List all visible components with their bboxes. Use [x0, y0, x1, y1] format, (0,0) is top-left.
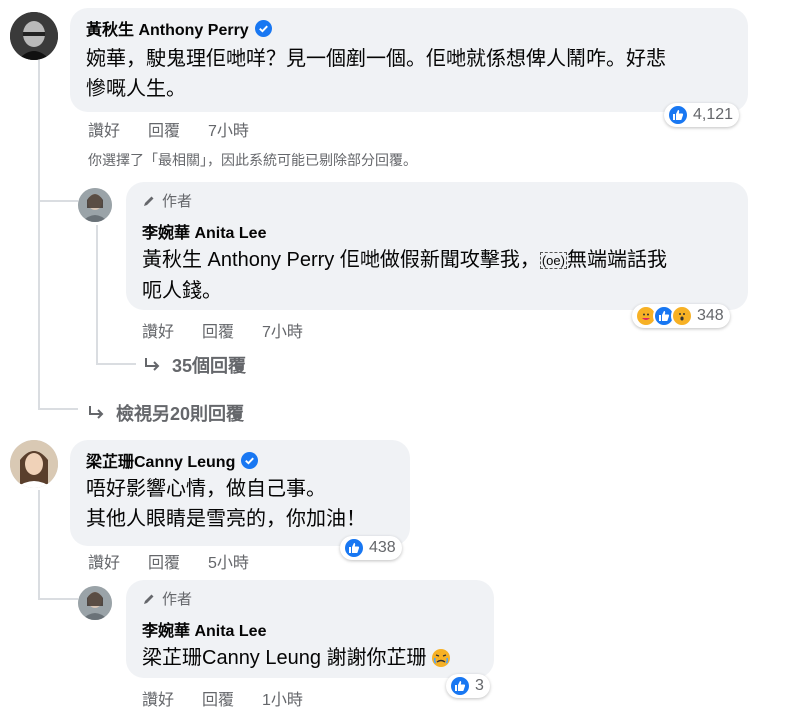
view-replies-link[interactable]: 35個回覆: [144, 352, 246, 378]
thread-line-2-branch: [96, 363, 136, 365]
author-name-text[interactable]: 李婉華 Anita Lee: [142, 617, 266, 641]
reply-button[interactable]: 回覆: [148, 117, 208, 141]
reaction-summary[interactable]: 3: [446, 674, 490, 698]
comment-text-line: 婉華，駛鬼理佢哋咩？見一個剷一個。佢哋就係想俾人鬧咋。好悲: [86, 48, 666, 70]
comment-text: 婉華，駛鬼理佢哋咩？見一個剷一個。佢哋就係想俾人鬧咋。好悲 慘嘅人生。: [86, 44, 732, 104]
comment-text: 唔好影響心情，做自己事。 其他人眼睛是雪亮的，你加油！: [86, 474, 394, 534]
reaction-count: 348: [697, 307, 724, 324]
comment-text-line: 呃人錢。: [142, 279, 222, 302]
thread-line-3-branch: [38, 598, 78, 600]
comment-bubble-anita-lee: 作者 李婉華 Anita Lee 黃秋生 Anthony Perry 佢哋做假新…: [126, 182, 748, 310]
reaction-summary[interactable]: 4,121: [664, 103, 740, 127]
view-replies-label[interactable]: 35個回覆: [172, 352, 246, 378]
timestamp[interactable]: 7小時: [262, 318, 303, 342]
reaction-summary[interactable]: 438: [340, 536, 402, 560]
reaction-count: 4,121: [693, 106, 734, 123]
avatar-anita-lee[interactable]: [78, 188, 112, 222]
timestamp[interactable]: 7小時: [208, 117, 249, 141]
thread-line-2: [96, 225, 98, 365]
crying-emoji-icon: [431, 649, 450, 667]
comment-text: 梁芷珊Canny Leung 謝謝你芷珊: [142, 643, 478, 673]
author-badge: 作者: [142, 588, 478, 609]
reply-button[interactable]: 回覆: [202, 686, 262, 710]
reaction-summary[interactable]: 348: [632, 304, 730, 328]
comment-actions: 讚好 回覆 1小時: [142, 686, 303, 710]
comment-actions: 讚好 回覆 7小時: [88, 117, 249, 141]
verified-badge-icon: [254, 19, 272, 37]
like-reaction-icon: [667, 104, 689, 126]
author-badge-label: 作者: [162, 591, 193, 608]
author-name-text[interactable]: 梁芷珊Canny Leung: [86, 448, 235, 472]
like-button[interactable]: 讚好: [142, 318, 202, 342]
author-badge: 作者: [142, 190, 732, 211]
reply-arrow-icon: [89, 406, 104, 419]
comment-text-segment: 無端端話我: [566, 249, 667, 271]
avatar-canny-leung[interactable]: [10, 440, 58, 488]
thread-line-3: [38, 490, 40, 600]
timestamp[interactable]: 5小時: [208, 549, 249, 573]
author-name-text[interactable]: 李婉華 Anita Lee: [142, 219, 266, 243]
comment-actions: 讚好 回覆 5小時: [88, 549, 249, 573]
emoji-glyph: (oe): [539, 251, 567, 269]
comment-actions: 讚好 回覆 7小時: [142, 318, 303, 342]
wow-reaction-icon: [671, 305, 693, 327]
like-button[interactable]: 讚好: [142, 686, 202, 710]
comment-text: 黃秋生 Anthony Perry 佢哋做假新聞攻擊我， (oe) 無端端話我 呃人…: [142, 245, 732, 306]
comment-text-segment: 黃秋生 Anthony Perry 佢哋做假新聞攻擊我，: [142, 249, 540, 271]
comment-text-line: 黃秋生 Anthony Perry 佢哋做假新聞攻擊我， (oe) 無端端話我: [142, 245, 732, 276]
view-more-label[interactable]: 檢視另20則回覆: [116, 400, 244, 426]
thread-line-1-branch-2: [38, 408, 78, 410]
like-reaction-icon: [449, 675, 471, 697]
like-button[interactable]: 讚好: [88, 549, 148, 573]
avatar-anthony-perry[interactable]: [10, 12, 58, 60]
comment-author-name[interactable]: 李婉華 Anita Lee: [142, 617, 478, 641]
thread-line-1-branch: [38, 200, 78, 202]
thread-line-1: [38, 60, 40, 410]
author-badge-label: 作者: [162, 193, 193, 210]
filter-note: 你選擇了「最相關」，因此系統可能已剔除部分回覆。: [88, 152, 417, 168]
like-button[interactable]: 讚好: [88, 117, 148, 141]
reaction-count: 438: [369, 539, 396, 556]
avatar-anita-lee[interactable]: [78, 586, 112, 620]
pen-icon: [144, 594, 154, 604]
comment-author-name[interactable]: 梁芷珊Canny Leung: [86, 448, 394, 472]
comment-bubble-anthony-perry: 黃秋生 Anthony Perry 婉華，駛鬼理佢哋咩？見一個剷一個。佢哋就係想…: [70, 8, 748, 112]
reply-arrow-icon: [145, 358, 160, 371]
pen-icon: [144, 196, 154, 206]
reaction-count: 3: [475, 677, 484, 694]
comment-author-name[interactable]: 黃秋生 Anthony Perry: [86, 16, 732, 40]
like-reaction-icon: [343, 537, 365, 559]
verified-badge-icon: [241, 451, 259, 469]
view-more-replies-link[interactable]: 檢視另20則回覆: [88, 400, 244, 426]
comment-bubble-canny-leung: 梁芷珊Canny Leung 唔好影響心情，做自己事。 其他人眼睛是雪亮的，你加…: [70, 440, 410, 546]
comment-text-line: 唔好影響心情，做自己事。: [86, 478, 326, 500]
reply-button[interactable]: 回覆: [148, 549, 208, 573]
comment-text-line: 其他人眼睛是雪亮的，你加油！: [86, 508, 366, 530]
reply-button[interactable]: 回覆: [202, 318, 262, 342]
author-name-text[interactable]: 黃秋生 Anthony Perry: [86, 16, 249, 40]
comment-author-name[interactable]: 李婉華 Anita Lee: [142, 219, 732, 243]
comment-text-line: 慘嘅人生。: [86, 78, 186, 100]
comment-bubble-anita-lee-2: 作者 李婉華 Anita Lee 梁芷珊Canny Leung 謝謝你芷珊: [126, 580, 494, 678]
timestamp[interactable]: 1小時: [262, 686, 303, 710]
comment-text-line: 梁芷珊Canny Leung 謝謝你芷珊: [142, 647, 427, 669]
